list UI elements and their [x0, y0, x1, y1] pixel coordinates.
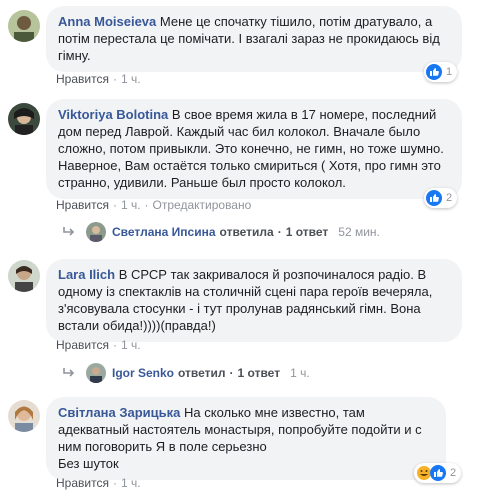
comment-actions: Нравится · 1 ч. · Отредактировано: [56, 198, 252, 212]
comment-actions: Нравится · 1 ч.: [56, 72, 141, 86]
comment-bubble: Світлана Зарицька На сколько мне известн…: [46, 397, 446, 480]
like-link[interactable]: Нравится: [56, 476, 109, 490]
reaction-number: 2: [446, 192, 453, 204]
reply-action: ответила: [219, 225, 274, 239]
dot-sep: ·: [229, 366, 234, 380]
like-reaction-icon: [430, 465, 446, 481]
dot-sep: ·: [277, 225, 282, 239]
comment-bubble: Lara Ilich В СРСР так закривалося й розп…: [46, 259, 462, 342]
comment-author[interactable]: Lara Ilich: [58, 267, 115, 282]
reply-arrow-icon: [63, 368, 75, 377]
avatar[interactable]: [8, 10, 40, 42]
comment-bubble: Viktoriya Bolotina В свое время жила в 1…: [46, 99, 462, 199]
reply-summary[interactable]: Igor Senko ответил · 1 ответ 1 ч.: [62, 363, 310, 383]
avatar[interactable]: [8, 400, 40, 432]
reply-time: 52 мин.: [338, 225, 380, 239]
reply-arrow-icon: [63, 227, 75, 236]
like-reaction-icon: [426, 190, 442, 206]
reaction-count[interactable]: 1: [424, 62, 458, 82]
comment-bubble: Anna Moiseieva Мене це спочатку тішило, …: [46, 6, 462, 72]
comment-author[interactable]: Світлана Зарицька: [58, 405, 180, 420]
reply-author[interactable]: Igor Senko: [112, 366, 174, 380]
timestamp[interactable]: 1 ч.: [121, 476, 141, 490]
avatar[interactable]: [8, 260, 40, 292]
edited-label[interactable]: Отредактировано: [153, 198, 252, 212]
comment-actions: Нравится · 1 ч.: [56, 338, 141, 352]
reply-summary[interactable]: Светлана Ипсина ответила · 1 ответ 52 ми…: [62, 222, 380, 242]
reply-avatar: [86, 363, 106, 383]
reaction-number: 2: [450, 467, 457, 479]
like-reaction-icon: [426, 64, 442, 80]
avatar[interactable]: [8, 103, 40, 135]
like-link[interactable]: Нравится: [56, 338, 109, 352]
reply-count[interactable]: 1 ответ: [238, 366, 281, 380]
like-link[interactable]: Нравится: [56, 198, 109, 212]
like-link[interactable]: Нравится: [56, 72, 109, 86]
reply-count[interactable]: 1 ответ: [286, 225, 329, 239]
reaction-number: 1: [446, 66, 453, 78]
comment-actions: Нравится · 1 ч.: [56, 476, 141, 490]
timestamp[interactable]: 1 ч.: [121, 72, 141, 86]
reply-action: ответил: [178, 366, 226, 380]
reply-time: 1 ч.: [290, 366, 310, 380]
reaction-count[interactable]: 2: [414, 463, 462, 483]
reply-avatar: [86, 222, 106, 242]
comment-text: В СРСР так закривалося й розпочиналося р…: [58, 267, 436, 333]
reply-author[interactable]: Светлана Ипсина: [112, 225, 216, 239]
comment-author[interactable]: Anna Moiseieva: [58, 14, 156, 29]
timestamp[interactable]: 1 ч.: [121, 338, 141, 352]
comment-author[interactable]: Viktoriya Bolotina: [58, 107, 168, 122]
reaction-count[interactable]: 2: [424, 188, 458, 208]
timestamp[interactable]: 1 ч.: [121, 198, 141, 212]
